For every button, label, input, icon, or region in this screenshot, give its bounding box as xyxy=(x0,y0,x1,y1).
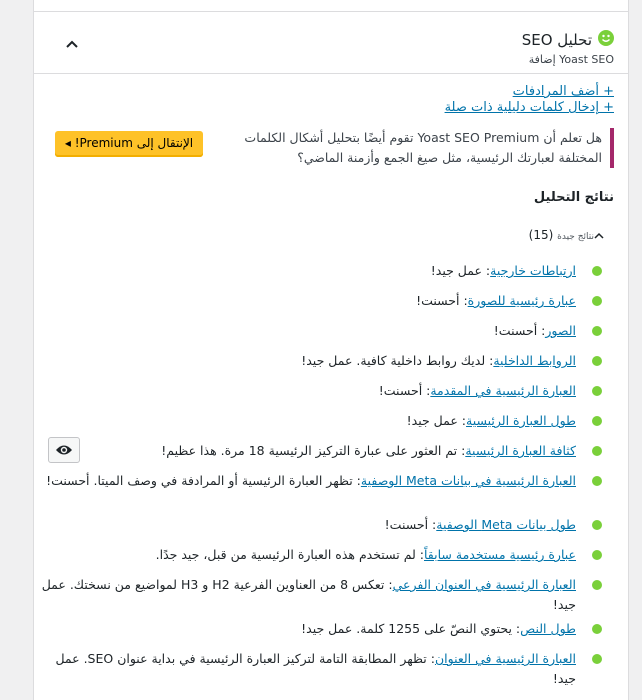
smiley-face-icon xyxy=(598,30,614,51)
result-item-text: : لم تستخدم هذه العبارة الرئيسية من قبل،… xyxy=(155,547,424,562)
result-item-link[interactable]: العبارة الرئيسية في المقدمة xyxy=(430,383,576,398)
result-item-text: : أحسنت! xyxy=(378,383,431,398)
result-item-link[interactable]: العبارة الرئيسية في العنوان xyxy=(435,651,576,666)
result-item-text: : عمل جيد! xyxy=(430,263,491,278)
divider xyxy=(34,11,628,12)
collapse-button[interactable] xyxy=(62,34,82,54)
result-item-text: : لديك روابط داخلية كافية. عمل جيد! xyxy=(301,353,494,368)
result-item: العبارة الرئيسية في المقدمة: أحسنت! xyxy=(36,381,602,401)
result-item-link[interactable]: عبارة رئيسية مستخدمة سابقاً xyxy=(424,547,576,562)
good-bullet-icon xyxy=(592,386,602,396)
good-bullet-icon xyxy=(592,266,602,276)
good-bullet-icon xyxy=(592,296,602,306)
highlight-keyphrase-button[interactable] xyxy=(48,437,80,463)
result-item: طول النص: يحتوي النصّ على 1255 كلمة. عمل… xyxy=(36,619,602,639)
seo-metabox: تحليل SEO Yoast SEO إضافة + أضف المرادفا… xyxy=(33,0,629,700)
result-item: عبارة رئيسية مستخدمة سابقاً: لم تستخدم ه… xyxy=(36,545,602,565)
result-item: طول بيانات Meta الوصفية: أحسنت! xyxy=(36,515,602,535)
result-item: الصور: أحسنت! xyxy=(36,321,602,341)
result-item-link[interactable]: العبارة الرئيسية في بيانات Meta الوصفية xyxy=(361,473,576,488)
result-item-text: : عمل جيد! xyxy=(406,413,467,428)
result-item-text: : يحتوي النصّ على 1255 كلمة. عمل جيد! xyxy=(301,621,521,636)
good-results-toggle[interactable]: نتائج جيدة (15) xyxy=(529,228,604,242)
divider xyxy=(34,73,628,74)
result-item-link[interactable]: طول العبارة الرئيسية xyxy=(466,413,576,428)
analysis-results-title: نتائج التحليل xyxy=(533,190,614,205)
result-item: الروابط الداخلية: لديك روابط داخلية كافي… xyxy=(36,351,602,371)
result-item: العبارة الرئيسية في بيانات Meta الوصفية:… xyxy=(36,471,602,491)
result-item-link[interactable]: الروابط الداخلية xyxy=(493,353,576,368)
good-bullet-icon xyxy=(592,624,602,634)
good-bullet-icon xyxy=(592,446,602,456)
keyphrase-links: + أضف المرادفات + إدخال كلمات دليلية ذات… xyxy=(445,84,614,116)
header-title: تحليل SEO xyxy=(521,31,592,49)
result-item: ارتباطات خارجية: عمل جيد! xyxy=(36,261,602,281)
good-bullet-icon xyxy=(592,654,602,664)
good-results-count: (15) xyxy=(528,228,554,242)
good-bullet-icon xyxy=(592,476,602,486)
result-item-text: : أحسنت! xyxy=(384,517,437,532)
add-related-keyphrase-link[interactable]: + إدخال كلمات دليلية ذات صلة xyxy=(445,100,614,115)
result-item-link[interactable]: كثافة العبارة الرئيسية xyxy=(465,443,576,458)
result-item-text: : تم العثور على عبارة التركيز الرئيسية 1… xyxy=(161,443,466,458)
result-item-text: : أحسنت! xyxy=(416,293,468,308)
good-bullet-icon xyxy=(592,520,602,530)
result-item-link[interactable]: العبارة الرئيسية في العنوان الفرعي xyxy=(393,577,576,592)
result-item-text: : تظهر العبارة الرئيسية أو المرادفة في و… xyxy=(46,473,361,488)
header-subtitle: Yoast SEO إضافة xyxy=(528,53,614,66)
premium-info-text: هل تعلم أن Yoast SEO Premium تقوم أيضًا … xyxy=(244,130,602,165)
result-item: كثافة العبارة الرئيسية: تم العثور على عب… xyxy=(36,441,602,461)
chevron-up-icon xyxy=(62,34,82,54)
result-item-link[interactable]: الصور xyxy=(545,323,576,338)
good-bullet-icon xyxy=(592,550,602,560)
result-item-text: : أحسنت! xyxy=(493,323,546,338)
chevron-up-icon xyxy=(594,228,604,242)
result-item-link[interactable]: طول النص xyxy=(520,621,576,636)
result-item-link[interactable]: عبارة رئيسية للصورة xyxy=(468,293,576,308)
good-bullet-icon xyxy=(592,580,602,590)
result-item-link[interactable]: ارتباطات خارجية xyxy=(490,263,576,278)
seo-analysis-header[interactable]: تحليل SEO Yoast SEO إضافة xyxy=(522,30,614,66)
premium-info-box: هل تعلم أن Yoast SEO Premium تقوم أيضًا … xyxy=(232,128,614,168)
result-item: العبارة الرئيسية في العنوان الفرعي: تعكس… xyxy=(36,575,602,615)
go-premium-button[interactable]: الإنتقال إلى Premium! ◂ xyxy=(55,131,203,157)
result-item: عبارة رئيسية للصورة: أحسنت! xyxy=(36,291,602,311)
result-item: طول العبارة الرئيسية: عمل جيد! xyxy=(36,411,602,431)
result-item: العبارة الرئيسية في العنوان: تظهر المطاب… xyxy=(36,649,602,689)
add-synonyms-link[interactable]: + أضف المرادفات xyxy=(513,84,614,99)
good-bullet-icon xyxy=(592,356,602,366)
good-bullet-icon xyxy=(592,326,602,336)
good-bullet-icon xyxy=(592,416,602,426)
good-results-label: نتائج جيدة xyxy=(557,232,594,242)
result-item-link[interactable]: طول بيانات Meta الوصفية xyxy=(436,517,576,532)
